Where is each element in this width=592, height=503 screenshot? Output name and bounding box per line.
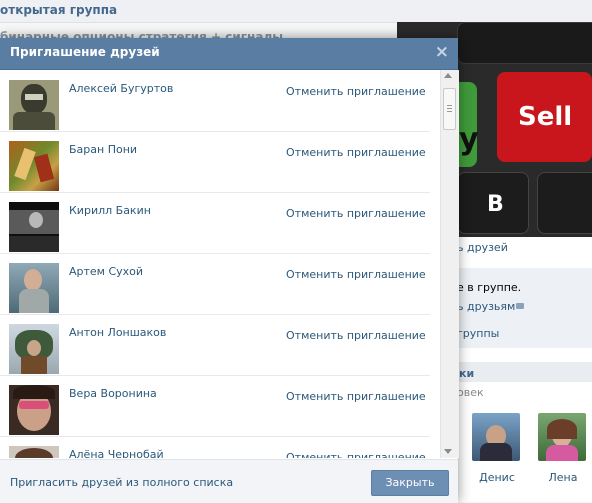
invite-from-full-list-link[interactable]: Пригласить друзей из полного списка xyxy=(10,476,233,489)
close-button[interactable]: Закрыть xyxy=(371,470,449,496)
grip-line xyxy=(447,108,452,109)
cancel-invite-link[interactable]: Отменить приглашение xyxy=(286,146,426,159)
key-sell-label: Sell xyxy=(518,102,573,132)
close-icon[interactable]: × xyxy=(435,43,449,61)
list-item: Кирилл Бакин Отменить приглашение xyxy=(0,192,430,254)
key-b-label: B xyxy=(487,192,504,217)
membership-status: е в группе. xyxy=(457,281,522,294)
scroll-down-arrow-icon[interactable] xyxy=(444,449,452,454)
key-y-label: y xyxy=(459,122,479,157)
avatar[interactable] xyxy=(9,141,59,191)
group-type-label: открытая группа xyxy=(0,3,118,17)
friend-name[interactable]: Артем Сухой xyxy=(69,265,143,278)
cancel-invite-link[interactable]: Отменить приглашение xyxy=(286,268,426,281)
list-item: Баран Пони Отменить приглашение xyxy=(0,131,430,193)
friend-name[interactable]: Алексей Бугуртов xyxy=(69,82,173,95)
scroll-up-arrow-icon[interactable] xyxy=(444,73,452,78)
dialog-title: Приглашение друзей xyxy=(10,45,160,59)
avatar[interactable] xyxy=(9,324,59,374)
friends-list: Алексей Бугуртов Отменить приглашение Ба… xyxy=(0,70,440,458)
avatar[interactable] xyxy=(9,446,59,458)
grip-line xyxy=(447,111,452,112)
members-section-header xyxy=(457,362,592,382)
members-section-title: ки xyxy=(459,367,475,380)
friend-name[interactable]: Антон Лоншаков xyxy=(69,326,166,339)
member-name-lena[interactable]: Лена xyxy=(533,471,592,484)
scroll-thumb[interactable] xyxy=(443,88,456,130)
cancel-invite-link[interactable]: Отменить приглашение xyxy=(286,85,426,98)
dialog-titlebar: Приглашение друзей × xyxy=(0,38,458,70)
page-header: открытая группа xyxy=(0,0,592,23)
avatar[interactable] xyxy=(9,202,59,252)
list-item: Вера Воронина Отменить приглашение xyxy=(0,375,430,437)
list-item: Алёна Чернобай Отменить приглашение xyxy=(0,436,430,458)
cancel-invite-link[interactable]: Отменить приглашение xyxy=(286,329,426,342)
invite-friends-link[interactable]: ь друзей xyxy=(457,241,508,254)
dialog-footer: Пригласить друзей из полного списка Закр… xyxy=(0,459,458,503)
avatar[interactable] xyxy=(9,80,59,130)
list-scrollbar[interactable] xyxy=(440,70,459,458)
tell-friends-link[interactable]: ь друзьям xyxy=(457,300,515,313)
cancel-invite-link[interactable]: Отменить приглашение xyxy=(286,451,426,458)
cancel-invite-link[interactable]: Отменить приглашение xyxy=(286,390,426,403)
leave-group-link[interactable]: группы xyxy=(457,327,499,340)
list-item: Артем Сухой Отменить приглашение xyxy=(0,253,430,315)
list-item: Антон Лоншаков Отменить приглашение xyxy=(0,314,430,376)
members-count: овек xyxy=(457,386,484,399)
member-name-denis[interactable]: Денис xyxy=(467,471,527,484)
cancel-invite-link[interactable]: Отменить приглашение xyxy=(286,207,426,220)
grip-line xyxy=(447,105,452,106)
speech-bubble-icon xyxy=(516,303,524,309)
member-avatar-denis[interactable] xyxy=(472,413,520,461)
invite-friends-dialog: Приглашение друзей × Алексей Бугуртов От… xyxy=(0,38,459,503)
friend-name[interactable]: Баран Пони xyxy=(69,143,137,156)
list-item: Алексей Бугуртов Отменить приглашение xyxy=(0,70,430,132)
avatar[interactable] xyxy=(9,263,59,313)
friend-name[interactable]: Алёна Чернобай xyxy=(69,448,164,458)
avatar[interactable] xyxy=(9,385,59,435)
friend-name[interactable]: Вера Воронина xyxy=(69,387,157,400)
member-avatar-lena[interactable] xyxy=(538,413,586,461)
friend-name[interactable]: Кирилл Бакин xyxy=(69,204,151,217)
